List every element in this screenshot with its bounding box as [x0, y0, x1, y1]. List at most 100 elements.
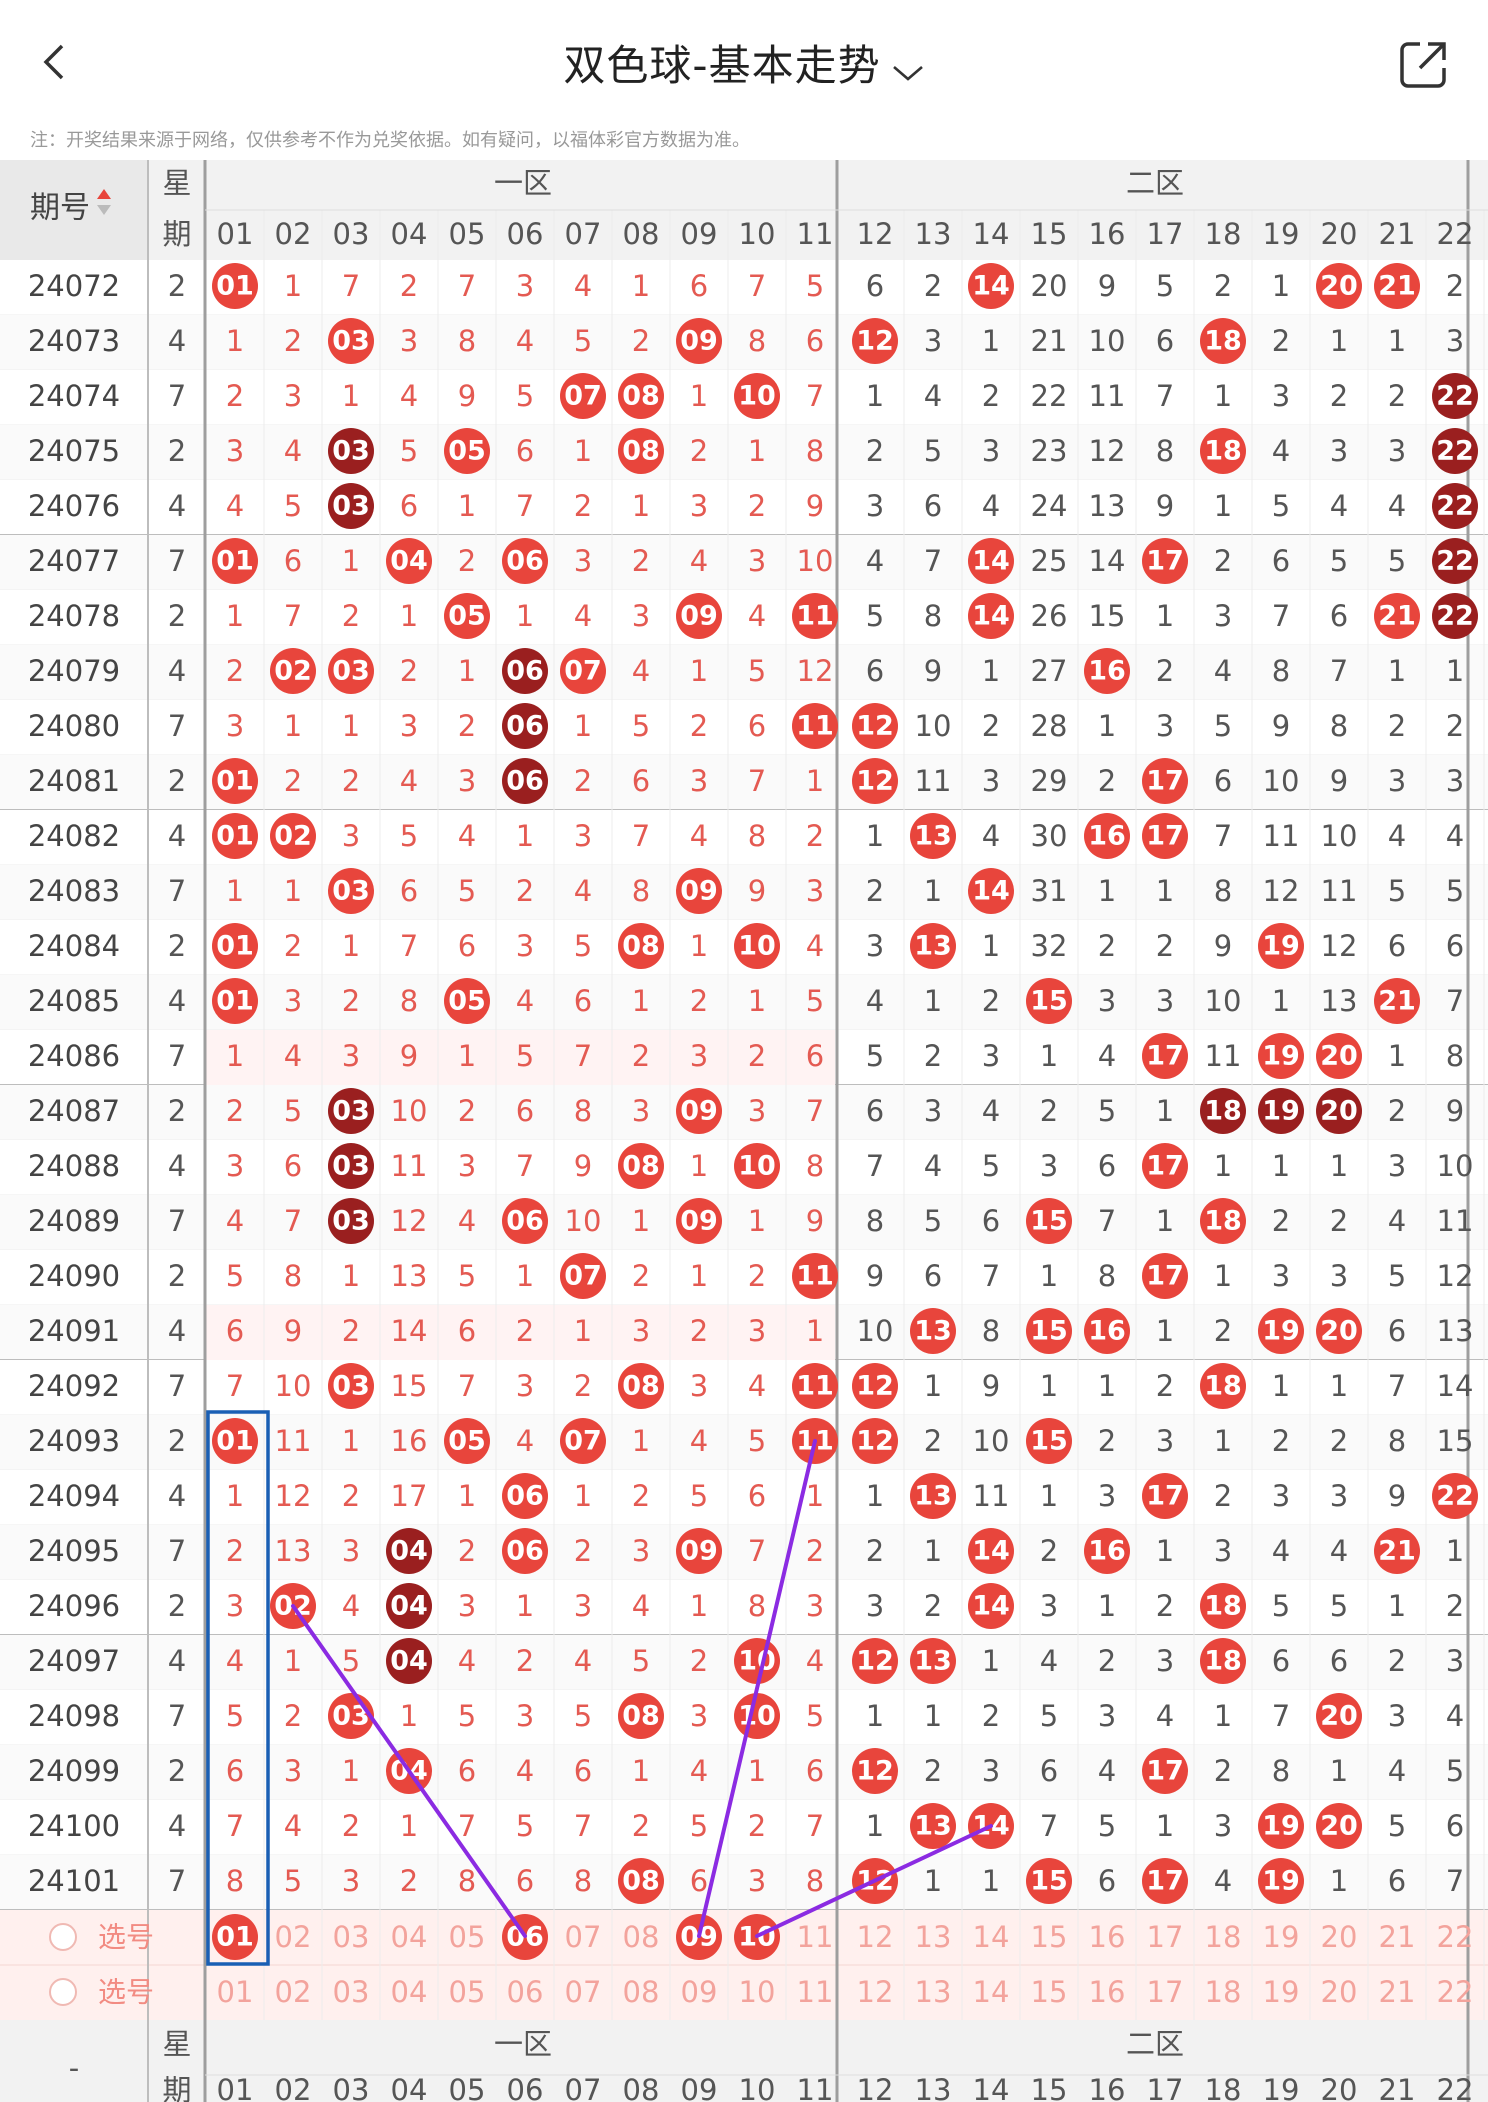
ball-number: 01 — [216, 1426, 254, 1457]
week-cell: 2 — [168, 269, 186, 303]
ball-number: 06 — [506, 1481, 544, 1512]
ball-number: 08 — [622, 1371, 660, 1402]
select-radio[interactable] — [49, 1923, 77, 1951]
miss-count-cell: 8 — [574, 1864, 592, 1898]
ball-number: 13 — [914, 1481, 952, 1512]
miss-count-cell: 3 — [924, 1094, 942, 1128]
miss-count-cell: 2 — [400, 654, 418, 688]
miss-count-cell: 2 — [400, 269, 418, 303]
ball-number: 03 — [332, 436, 370, 467]
miss-count-cell: 3 — [748, 1094, 766, 1128]
select-number[interactable]: 06 — [507, 1975, 544, 2009]
select-number[interactable]: 21 — [1379, 1920, 1416, 1954]
ball-number: 22 — [1436, 601, 1474, 632]
miss-count-cell: 3 — [226, 434, 244, 468]
miss-count-cell: 3 — [1156, 1644, 1174, 1678]
trend-table: 期号星期一区 二区01 02 03 04 05 06 07 08 09 10 11 12 13 14 15 16… — [0, 160, 1488, 2102]
select-number[interactable]: 04 — [391, 1975, 428, 2009]
select-number[interactable]: 22 — [1437, 1975, 1474, 2009]
miss-count-cell: 3 — [516, 929, 534, 963]
ball-number: 14 — [972, 601, 1010, 632]
select-number[interactable]: 03 — [333, 1975, 370, 2009]
select-number[interactable]: 08 — [623, 1920, 660, 1954]
miss-count-cell: 7 — [806, 1809, 824, 1843]
miss-count-cell: 26 — [1031, 599, 1068, 633]
miss-count-cell: 1 — [632, 1424, 650, 1458]
select-number[interactable]: 11 — [797, 1975, 834, 2009]
select-number[interactable]: 13 — [915, 1920, 952, 1954]
miss-count-cell: 1 — [516, 1589, 534, 1623]
miss-count-cell: 3 — [574, 1589, 592, 1623]
select-number[interactable]: 11 — [797, 1920, 834, 1954]
select-number[interactable]: 05 — [449, 1975, 486, 2009]
miss-count-cell: 1 — [1214, 379, 1232, 413]
miss-count-cell: 9 — [806, 1204, 824, 1238]
ball-number: 03 — [332, 491, 370, 522]
miss-count-cell: 8 — [1156, 434, 1174, 468]
select-number[interactable]: 13 — [915, 1975, 952, 2009]
miss-count-cell: 3 — [342, 1039, 360, 1073]
miss-count-cell: 1 — [574, 1314, 592, 1348]
miss-count-cell: 1 — [226, 874, 244, 908]
miss-count-cell: 3 — [1330, 434, 1348, 468]
ball-number: 13 — [914, 1646, 952, 1677]
miss-count-cell: 2 — [1156, 1369, 1174, 1403]
select-number[interactable]: 09 — [681, 1975, 718, 2009]
select-number[interactable]: 05 — [449, 1920, 486, 1954]
miss-count-cell: 8 — [866, 1204, 884, 1238]
select-number[interactable]: 17 — [1147, 1975, 1184, 2009]
zone1-header: 一区 — [494, 166, 552, 200]
select-number[interactable]: 07 — [565, 1920, 602, 1954]
miss-count-cell: 17 — [391, 1479, 428, 1513]
select-number[interactable]: 10 — [739, 1975, 776, 2009]
miss-count-cell: 10 — [1321, 819, 1358, 853]
select-number[interactable]: 19 — [1263, 1975, 1300, 2009]
miss-count-cell: 25 — [1031, 544, 1068, 578]
miss-count-cell: 1 — [1214, 1259, 1232, 1293]
select-number[interactable]: 19 — [1263, 1920, 1300, 1954]
miss-count-cell: 4 — [806, 929, 824, 963]
select-number[interactable]: 18 — [1205, 1975, 1242, 2009]
ball-number: 16 — [1088, 821, 1126, 852]
select-number[interactable]: 20 — [1321, 1975, 1358, 2009]
select-number[interactable]: 02 — [275, 1920, 312, 1954]
miss-count-cell: 10 — [857, 1314, 894, 1348]
select-number[interactable]: 20 — [1321, 1920, 1358, 1954]
ball-number: 20 — [1320, 1041, 1358, 1072]
period-cell: 24092 — [28, 1369, 120, 1403]
select-number[interactable]: 17 — [1147, 1920, 1184, 1954]
select-number[interactable]: 02 — [275, 1975, 312, 2009]
select-number[interactable]: 16 — [1089, 1975, 1126, 2009]
miss-count-cell: 2 — [516, 1314, 534, 1348]
select-number[interactable]: 07 — [565, 1975, 602, 2009]
select-radio[interactable] — [49, 1978, 77, 2006]
ball-number: 15 — [1030, 1866, 1068, 1897]
select-number[interactable]: 16 — [1089, 1920, 1126, 1954]
select-number[interactable]: 15 — [1031, 1920, 1068, 1954]
select-number[interactable]: 04 — [391, 1920, 428, 1954]
miss-count-cell: 1 — [690, 1589, 708, 1623]
select-number[interactable]: 03 — [333, 1920, 370, 1954]
table-row-bg — [0, 645, 1488, 700]
miss-count-cell: 3 — [1272, 379, 1290, 413]
select-number[interactable]: 12 — [857, 1920, 894, 1954]
select-number[interactable]: 21 — [1379, 1975, 1416, 2009]
select-number[interactable]: 22 — [1437, 1920, 1474, 1954]
select-number[interactable]: 18 — [1205, 1920, 1242, 1954]
select-number[interactable]: 01 — [217, 1975, 254, 2009]
select-number[interactable]: 14 — [973, 1920, 1010, 1954]
footer-number-col: 08 — [623, 2073, 660, 2102]
select-number[interactable]: 15 — [1031, 1975, 1068, 2009]
miss-count-cell: 3 — [400, 709, 418, 743]
miss-count-cell: 2 — [342, 1479, 360, 1513]
miss-count-cell: 5 — [924, 1204, 942, 1238]
miss-count-cell: 4 — [690, 544, 708, 578]
number-col-header: 15 — [1031, 217, 1068, 251]
table-row-bg — [0, 315, 1488, 370]
miss-count-cell: 2 — [982, 379, 1000, 413]
miss-count-cell: 8 — [1214, 874, 1232, 908]
select-number[interactable]: 14 — [973, 1975, 1010, 2009]
select-number[interactable]: 12 — [857, 1975, 894, 2009]
select-number[interactable]: 08 — [623, 1975, 660, 2009]
ball-number: 01 — [216, 271, 254, 302]
